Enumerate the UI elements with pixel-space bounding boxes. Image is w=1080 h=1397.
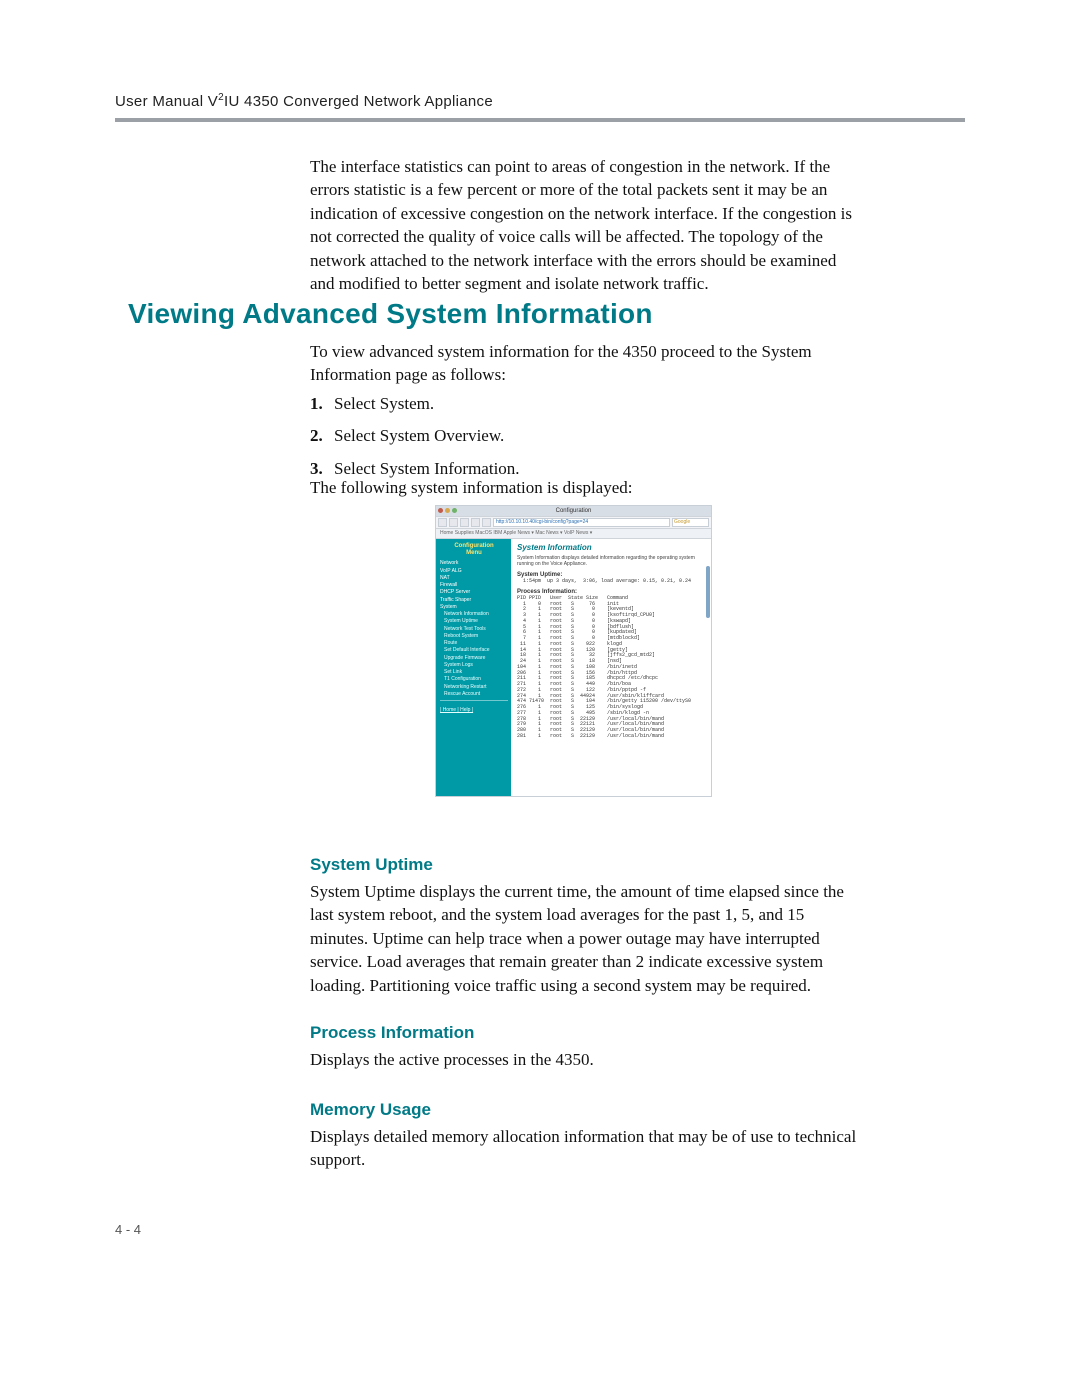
sidebar-subitem: System Uptime [440, 618, 508, 624]
process-heading: Process Information: [517, 589, 707, 595]
list-item: 2.Select System Overview. [310, 420, 860, 452]
sidebar-item-firewall: Firewall [440, 582, 508, 588]
para-process-info: Displays the active processes in the 435… [310, 1048, 860, 1071]
process-table: PID PPID User State Size Command 1 0 roo… [517, 596, 707, 740]
steps-list: 1.Select System. 2.Select System Overvie… [310, 388, 860, 485]
step-text: Select System Information. [334, 459, 520, 478]
sidebar-subitem: Route [440, 640, 508, 646]
sidebar-subitem: Set Link [440, 669, 508, 675]
embedded-screenshot: Configuration http://10.10.10.40/cgi-bin… [435, 505, 712, 797]
close-dot-icon [438, 508, 443, 513]
sidebar-subitem: Upgrade Firmware [440, 655, 508, 661]
para-following: The following system information is disp… [310, 476, 860, 499]
forward-icon [449, 518, 458, 527]
minimize-dot-icon [445, 508, 450, 513]
para-to-view: To view advanced system information for … [310, 340, 860, 387]
sidebar-subitem: System Logs [440, 662, 508, 668]
para-memory-usage: Displays detailed memory allocation info… [310, 1125, 860, 1172]
page-header: User Manual V2IU 4350 Converged Network … [115, 92, 965, 122]
search-field: Google [672, 518, 709, 527]
subheading-system-uptime: System Uptime [310, 855, 433, 875]
config-sidebar: Configuration Menu Network VoIP ALG NAT … [436, 539, 511, 797]
subheading-process-info: Process Information [310, 1023, 474, 1043]
sidebar-footer-links: | Home | Help | [440, 707, 508, 713]
sidebar-subitem: T1 Configuration [440, 676, 508, 682]
step-text: Select System. [334, 394, 434, 413]
browser-toolbar: http://10.10.10.40/cgi-bin/config?page=2… [436, 516, 711, 529]
zoom-dot-icon [452, 508, 457, 513]
bookmark-bar: Home Supplies MacOS IBM Apple News ▾ Mac… [436, 529, 711, 539]
step-number: 2. [310, 420, 334, 452]
back-icon [438, 518, 447, 527]
header-prefix: User Manual V [115, 93, 218, 110]
sidebar-subitem: Network Information [440, 611, 508, 617]
page-heading: System Information [517, 543, 707, 552]
sidebar-subitem: Network Test Tools [440, 626, 508, 632]
window-titlebar: Configuration [436, 506, 711, 516]
page-description: System Information displays detailed inf… [517, 555, 707, 567]
address-bar: http://10.10.10.40/cgi-bin/config?page=2… [493, 518, 670, 527]
scrollbar-thumb [706, 566, 710, 618]
sidebar-item-traffic-shaper: Traffic Shaper [440, 597, 508, 603]
window-title: Configuration [556, 508, 592, 514]
sidebar-subitem: Set Default Interface [440, 647, 508, 653]
step-number: 1. [310, 388, 334, 420]
add-icon [482, 518, 491, 527]
sidebar-subitem: Reboot System [440, 633, 508, 639]
header-suffix: IU 4350 Converged Network Appliance [224, 93, 493, 110]
page-number: 4 - 4 [115, 1222, 141, 1237]
section-heading: Viewing Advanced System Information [128, 298, 653, 330]
header-rule [115, 118, 965, 122]
sidebar-title: Configuration Menu [440, 543, 508, 557]
list-item: 1.Select System. [310, 388, 860, 420]
stop-icon [471, 518, 480, 527]
intro-paragraph: The interface statistics can point to ar… [310, 155, 860, 296]
sidebar-item-network: Network [440, 560, 508, 566]
reload-icon [460, 518, 469, 527]
macos-window-controls [438, 508, 457, 513]
step-text: Select System Overview. [334, 426, 504, 445]
uptime-value: 1:54pm up 3 days, 3:06, load average: 0.… [517, 579, 707, 585]
sidebar-separator [440, 700, 508, 701]
header-product-title: User Manual V2IU 4350 Converged Network … [115, 92, 965, 110]
sidebar-item-voip-alg: VoIP ALG [440, 568, 508, 574]
sidebar-item-nat: NAT [440, 575, 508, 581]
sidebar-item-system: System [440, 604, 508, 610]
sidebar-subitem: Rescue Account [440, 691, 508, 697]
sidebar-item-dhcp-server: DHCP Server [440, 589, 508, 595]
para-system-uptime: System Uptime displays the current time,… [310, 880, 860, 997]
config-content: System Information System Information di… [511, 539, 711, 797]
subheading-memory-usage: Memory Usage [310, 1100, 431, 1120]
sidebar-subitem: Networking Restart [440, 684, 508, 690]
